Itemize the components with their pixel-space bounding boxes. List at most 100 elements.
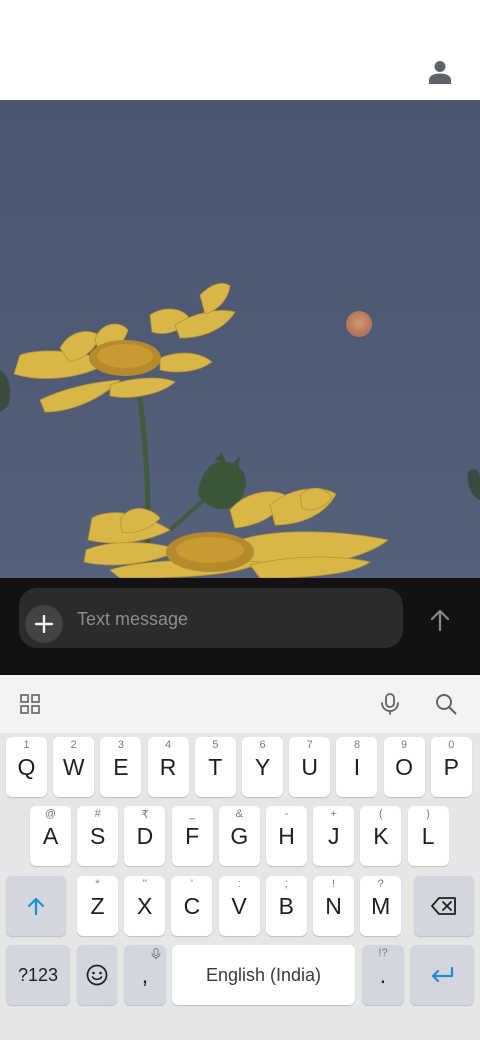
send-button[interactable] [420,598,460,642]
message-input[interactable] [77,602,387,636]
key-label: J [327,822,340,849]
key-hint: " [142,878,147,890]
key-i[interactable]: 8I [336,737,378,797]
key-hint: - [284,808,289,820]
key-j[interactable]: + J [313,806,355,866]
key-label: E [113,753,129,780]
key-hint: # [94,808,101,820]
arrow-up-icon [430,609,450,631]
key-hint: 4 [165,739,172,751]
keyboard-menu-button[interactable] [10,684,50,724]
key-hint: & [235,808,243,820]
key-label: P [443,753,459,780]
key-a[interactable]: @ A [30,806,71,866]
key-label: N [325,892,342,919]
period-key-label: . [379,961,387,988]
key-y[interactable]: 6Y [242,737,283,797]
comma-key-label: , [141,961,149,988]
key-hint: 8 [353,739,360,751]
space-key-label: English (India) [205,964,322,985]
keyboard-search-button[interactable] [426,684,466,724]
key-hint: ) [426,808,430,820]
key-hint: ( [379,808,383,820]
symbols-key[interactable]: ?123 [6,945,70,1005]
key-o[interactable]: 9O [383,737,425,797]
microphone-hint-icon [151,948,161,960]
key-label: Y [254,753,271,780]
key-label: C [183,892,201,919]
key-l[interactable]: ) L [407,806,449,866]
profile-button[interactable] [420,54,460,90]
space-key[interactable]: English (India) [172,945,355,1005]
symbols-key-label: ?123 [17,964,59,985]
microphone-icon [381,693,399,715]
shift-arrow-icon [27,897,45,916]
key-x[interactable]: " X [124,876,166,936]
key-hint: 6 [259,739,266,751]
key-h[interactable]: -H [266,806,307,866]
shift-key[interactable] [6,876,66,936]
key-z[interactable]: * Z [77,876,118,936]
key-f[interactable]: _ F [171,806,213,866]
key-g[interactable]: & G [218,806,260,866]
on-screen-keyboard: 1Q2W3E4R5T6Y7U8I9O0P @ A # S ₹ D _ F & G - H + J(K) L … [0,675,480,1040]
emoji-icon [86,964,108,986]
key-label: X [137,892,153,919]
period-key-hint: !? [378,947,388,959]
key-hint: @ [44,808,57,820]
search-icon [436,694,457,715]
key-label: R [159,753,177,780]
key-b[interactable]: ; B [265,876,307,936]
key-m[interactable]: ? M [360,876,402,936]
key-k[interactable]: (K [360,806,402,866]
key-label: G [230,822,249,849]
key-d[interactable]: ₹ D [124,806,166,866]
key-hint: 0 [448,739,455,751]
key-p[interactable]: 0P [430,737,472,797]
key-label: O [395,753,414,780]
period-key[interactable]: !? . [362,945,404,1005]
messaging-screen: 1Q2W3E4R5T6Y7U8I9O0P @A#S₹D_F&G-H+J(K)L … [0,0,480,1040]
key-label: I [353,753,361,780]
key-hint: : [237,878,241,890]
key-hint: + [330,808,337,820]
key-hint: 3 [117,739,124,751]
key-t[interactable]: 5T [194,737,236,797]
key-u[interactable]: 7U [289,737,331,797]
message-field-container [19,588,403,648]
key-n[interactable]: ! N [313,876,354,936]
key-hint: 5 [212,739,219,751]
photo-preview[interactable] [0,100,480,578]
key-v[interactable]: :V [218,876,260,936]
keyboard-toolbar [0,675,480,733]
key-q[interactable]: 1Q [6,737,47,797]
key-c[interactable]: ' C [171,876,213,936]
voice-input-button[interactable] [370,684,410,724]
key-s[interactable]: # S [77,806,119,866]
grid-icon [20,694,40,714]
attach-button[interactable] [25,605,63,643]
key-label: Z [90,892,105,919]
comma-key[interactable]: , [124,945,166,1005]
key-r[interactable]: 4R [147,737,189,797]
enter-key[interactable] [410,945,474,1005]
key-hint: ₹ [141,809,149,821]
key-hint: 9 [401,739,408,751]
key-label: A [42,822,59,849]
emoji-key[interactable] [77,945,117,1005]
key-label: Q [17,753,36,780]
person-icon [429,61,451,84]
key-hint: ? [377,878,384,890]
enter-icon [431,966,454,983]
key-label: T [208,753,223,780]
key-e[interactable]: 3E [100,737,142,797]
key-label: V [231,892,247,919]
key-hint: 2 [70,739,77,751]
key-label: K [373,822,389,849]
key-hint: _ [189,808,196,820]
plus-icon [35,615,53,633]
key-hint: ! [331,878,336,890]
key-w[interactable]: 2W [53,737,95,797]
key-label: H [278,822,295,849]
backspace-key[interactable] [414,876,474,936]
